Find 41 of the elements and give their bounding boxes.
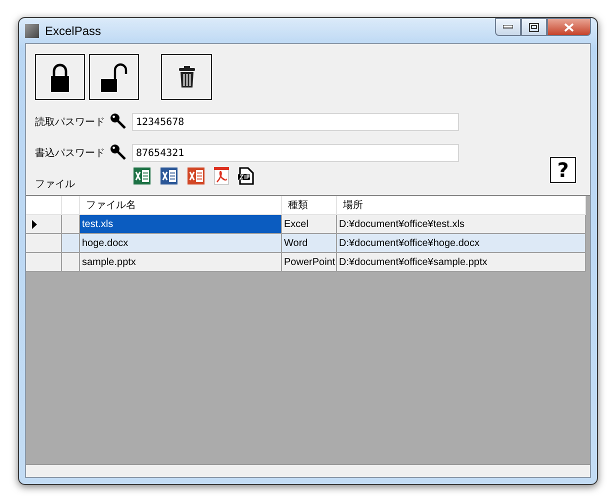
password-field[interactable]: 87654321 <box>132 144 459 162</box>
lock-icon <box>50 62 70 92</box>
table-cell: Excel <box>282 215 337 234</box>
close-button[interactable] <box>547 18 591 36</box>
table-cell: D:¥document¥office¥test.xls <box>337 215 586 234</box>
password-label: 書込パスワード <box>35 146 106 160</box>
password-field[interactable]: 12345678 <box>132 113 459 131</box>
close-icon <box>564 22 574 32</box>
excel-file-icon[interactable] <box>133 167 151 185</box>
pdf-file-icon[interactable] <box>214 167 229 185</box>
minimize-icon <box>503 25 513 29</box>
column-header[interactable]: ファイル名 <box>80 196 282 215</box>
table-cell: test.xls <box>80 215 282 234</box>
open-lock-icon <box>100 62 128 92</box>
delete-button[interactable] <box>161 54 212 100</box>
column-header <box>62 196 80 215</box>
app-icon <box>25 24 39 38</box>
window-title: ExcelPass <box>45 24 102 38</box>
file-label: ファイル <box>35 178 76 192</box>
table-cell: PowerPoint <box>282 253 337 272</box>
trash-icon <box>178 66 194 88</box>
password-label: 読取パスワード <box>35 116 106 129</box>
key-icon <box>110 112 126 128</box>
powerpoint-file-icon[interactable] <box>187 167 205 185</box>
maximize-button[interactable] <box>521 18 547 36</box>
minimize-button[interactable] <box>495 18 521 36</box>
row-header[interactable] <box>26 215 62 234</box>
table-cell: D:¥document¥office¥hoge.docx <box>337 234 586 253</box>
table-cell: D:¥document¥office¥sample.pptx <box>337 253 586 272</box>
table-cell: Word <box>282 234 337 253</box>
table-cell: sample.pptx <box>80 253 282 272</box>
zip-file-icon[interactable] <box>238 167 254 185</box>
unlock-button[interactable] <box>89 54 139 100</box>
column-header[interactable]: 場所 <box>337 196 586 215</box>
column-header[interactable]: 種類 <box>282 196 337 215</box>
lock-button[interactable] <box>35 54 85 100</box>
help-button[interactable]: ? <box>550 157 576 183</box>
maximize-icon <box>529 22 539 32</box>
table-cell: hoge.docx <box>80 234 282 253</box>
key-icon <box>110 144 126 160</box>
word-file-icon[interactable] <box>160 167 178 185</box>
